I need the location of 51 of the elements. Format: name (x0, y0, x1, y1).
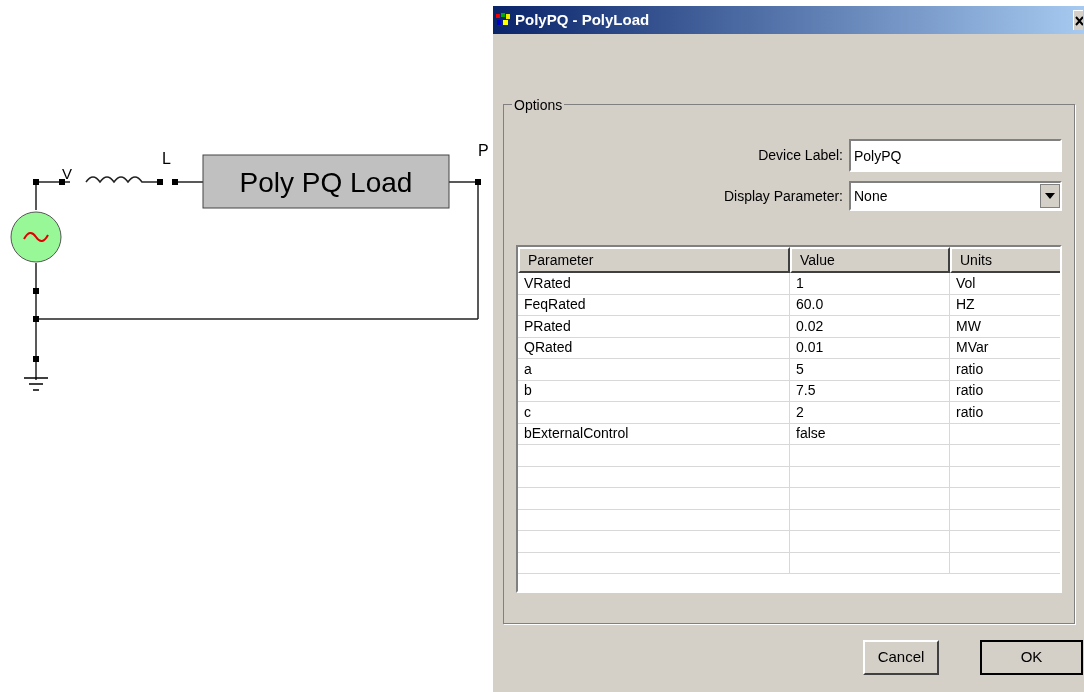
connection-node (59, 179, 65, 185)
ac-source-icon (10, 211, 62, 263)
connection-node (33, 356, 39, 362)
load-block-label: Poly PQ Load (239, 167, 413, 198)
ground-icon (23, 377, 49, 391)
device-label-field[interactable]: PolyPQ (849, 139, 1062, 172)
table-cell: a (518, 359, 790, 381)
connection-node (157, 179, 163, 185)
window-title: PolyPQ - PolyLoad (515, 9, 651, 30)
dialog-button[interactable]: Cancel (863, 640, 939, 675)
dialog-button[interactable]: OK (980, 640, 1083, 675)
table-cell: 5 (790, 359, 950, 381)
table-cell: false (790, 423, 950, 445)
column-header[interactable]: Units (950, 247, 1060, 273)
table-cell: 1 (790, 273, 950, 295)
connection-node (172, 179, 178, 185)
table-cell: MW (950, 316, 1060, 338)
table-cell: FeqRated (518, 294, 790, 316)
wire (177, 181, 204, 183)
table-cell: HZ (950, 294, 1060, 316)
connection-node (33, 179, 39, 185)
table-cell: b (518, 380, 790, 402)
table-cell: MVar (950, 337, 1060, 359)
table-cell: 0.02 (790, 316, 950, 338)
app-icon (495, 12, 511, 28)
table-cell: 0.01 (790, 337, 950, 359)
column-header[interactable]: Parameter (518, 247, 790, 273)
column-header[interactable]: Value (790, 247, 950, 273)
table-cell: bExternalControl (518, 423, 790, 445)
close-icon (1075, 15, 1083, 26)
table-cell: Vol (950, 273, 1060, 295)
load-label: P (478, 142, 489, 159)
table-cell: VRated (518, 273, 790, 295)
table-cell: 7.5 (790, 380, 950, 402)
table-cell: QRated (518, 337, 790, 359)
field-label: Device Label: (758, 146, 843, 165)
connection-node (475, 179, 481, 185)
table-cell: c (518, 402, 790, 424)
source-label: V (62, 165, 72, 182)
table-cell: 60.0 (790, 294, 950, 316)
connection-node (33, 316, 39, 322)
close-button[interactable] (1073, 10, 1083, 30)
table-cell: ratio (950, 402, 1060, 424)
table-cell: 2 (790, 402, 950, 424)
display-parameter-dropdown[interactable]: None (849, 181, 1062, 211)
inductor-label: L (162, 150, 171, 167)
table-cell: ratio (950, 380, 1060, 402)
table-cell: ratio (950, 359, 1060, 381)
table-cell: PRated (518, 316, 790, 338)
connection-node (33, 288, 39, 294)
field-label: Display Parameter: (723, 186, 843, 206)
